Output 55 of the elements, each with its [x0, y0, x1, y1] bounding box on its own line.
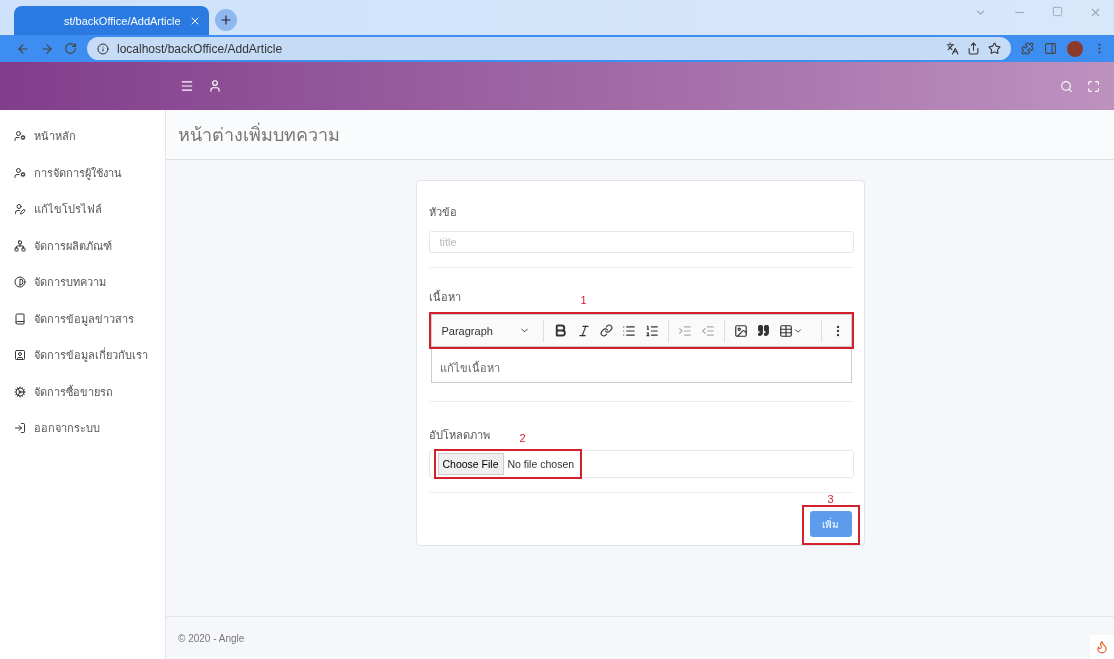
annotation-number: 2: [519, 432, 526, 444]
image-icon[interactable]: [733, 323, 748, 338]
sidebar-item[interactable]: การจัดการผู้ใช้งาน: [0, 154, 165, 191]
field-label: อัปโหลดภาพ: [428, 428, 490, 443]
editor-area[interactable]: แก้ไขเนื้อหา: [430, 349, 852, 383]
numbered-list-icon[interactable]: [644, 323, 659, 338]
puzzle-icon[interactable]: [1021, 42, 1034, 55]
user-gear-icon: [14, 166, 26, 179]
bulleted-list-icon[interactable]: [621, 323, 636, 338]
sidebar-item[interactable]: จัดการข้อมูลเกี่ยวกับเรา: [0, 337, 165, 374]
contact-card-icon: [14, 349, 26, 362]
new-tab-button[interactable]: [214, 9, 237, 31]
heading-dropdown[interactable]: Paragraph: [437, 318, 534, 343]
user-pen-icon: [14, 203, 26, 216]
forward-arrow-icon[interactable]: [40, 41, 54, 56]
sidebar-item[interactable]: จัดการข้อมูลข่าวสาร: [0, 300, 165, 337]
link-icon[interactable]: [599, 324, 613, 337]
italic-icon[interactable]: [576, 323, 591, 338]
sidebar-item[interactable]: จัดการบทความ: [0, 264, 165, 301]
network-icon: [14, 239, 26, 252]
translate-icon[interactable]: [946, 42, 959, 55]
share-icon[interactable]: [967, 42, 980, 55]
address-bar[interactable]: localhost/backOffice/AddArticle: [87, 37, 1011, 60]
log-in-icon: [14, 422, 26, 435]
star-icon[interactable]: [988, 42, 1001, 55]
avatar[interactable]: [1067, 40, 1083, 57]
sidebar-item[interactable]: หน้าหลัก: [0, 118, 165, 155]
contrast-icon: [14, 276, 26, 289]
plus-icon: [218, 13, 233, 27]
file-status: No file chosen: [507, 458, 575, 470]
reload-icon[interactable]: [64, 42, 77, 55]
field-label: หัวข้อ: [428, 205, 458, 220]
user-gear-icon: [14, 130, 26, 143]
side-panel-icon[interactable]: [1044, 42, 1057, 55]
page-title: หน้าต่างเพิ่มบทความ: [178, 120, 340, 149]
gear-icon: [14, 385, 26, 398]
user-icon[interactable]: [208, 79, 222, 93]
annotation-number: 3: [827, 493, 834, 505]
title-input[interactable]: title: [428, 231, 854, 253]
table-icon[interactable]: [778, 323, 803, 338]
sidebar-item[interactable]: จัดการผลิตภัณฑ์: [0, 227, 165, 264]
info-icon: [97, 42, 109, 55]
sidebar-item[interactable]: แก้ไขโปรไฟล์: [0, 191, 165, 228]
search-icon[interactable]: [1060, 79, 1073, 93]
book-icon: [14, 312, 26, 325]
annotation-number: 1: [580, 294, 587, 306]
field-label: เนื้อหา: [428, 289, 461, 305]
quote-icon[interactable]: [756, 324, 770, 337]
menu-icon[interactable]: [180, 79, 194, 93]
browser-tab[interactable]: st/backOffice/AddArticle: [14, 6, 209, 35]
sidebar-item[interactable]: ออกจากระบบ: [0, 410, 165, 447]
sidebar-item[interactable]: จัดการซื้อขายรถ: [0, 373, 165, 410]
footer-text: © 2020 - Angle: [178, 632, 246, 644]
choose-file-button[interactable]: Choose File: [437, 453, 504, 475]
fullscreen-icon[interactable]: [1087, 79, 1100, 93]
